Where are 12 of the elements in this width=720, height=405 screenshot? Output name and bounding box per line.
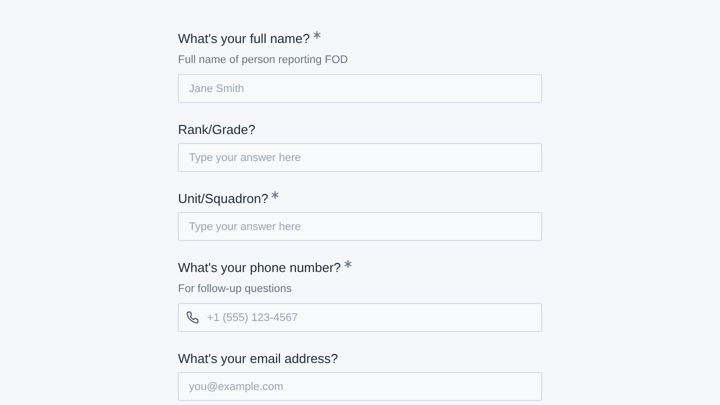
question-label: What's your phone number?	[178, 259, 341, 277]
email-field[interactable]: you@example.com	[178, 372, 542, 401]
question-label: What's your email address?	[178, 350, 338, 368]
help-text: For follow-up questions	[178, 282, 293, 297]
text-field[interactable]: Jane Smith	[178, 74, 542, 103]
question-label: Unit/Squadron?	[178, 190, 268, 208]
phone-field[interactable]: +1 (555) 123-4567	[178, 303, 542, 332]
question-label: Rank/Grade?	[178, 121, 256, 139]
question-label: What's your full name?	[178, 30, 310, 48]
text-field[interactable]: Type your answer here	[178, 143, 542, 172]
text-field[interactable]: Type your answer here	[178, 212, 542, 241]
help-text: Full name of person reporting FOD	[178, 53, 349, 68]
